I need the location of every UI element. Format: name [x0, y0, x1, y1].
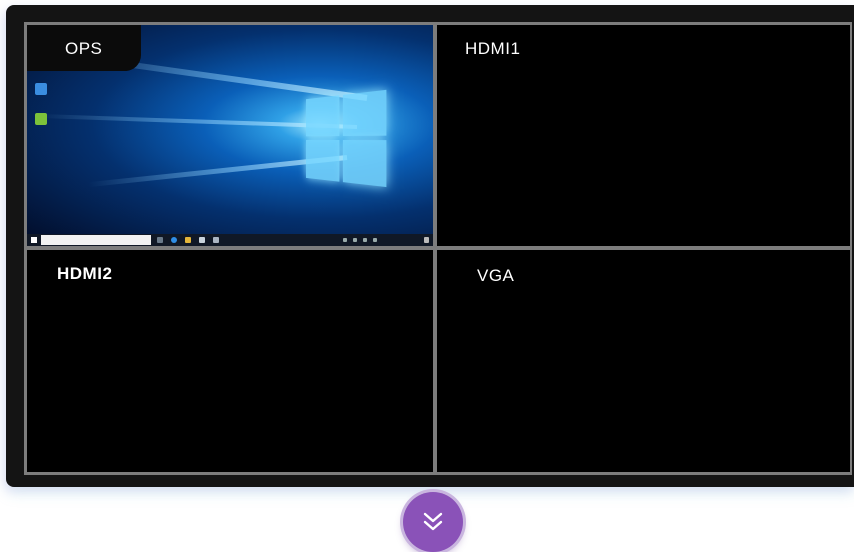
pane-hdmi2[interactable]: HDMI2 — [27, 250, 433, 472]
pane-label-vga: VGA — [477, 266, 515, 285]
pane-ops[interactable]: OPS — [27, 25, 433, 246]
mail-icon[interactable] — [213, 237, 219, 243]
display-monitor: OPS HDMI1 HDMI2 VGA — [6, 5, 854, 487]
edge-browser-icon[interactable] — [171, 237, 177, 243]
pane-hdmi1[interactable]: HDMI1 — [437, 25, 850, 246]
task-view-icon[interactable] — [157, 237, 163, 243]
app-shortcut-icon[interactable] — [35, 113, 47, 125]
store-icon[interactable] — [199, 237, 205, 243]
pane-label-hdmi1: HDMI1 — [465, 39, 521, 58]
tray-icon[interactable] — [343, 238, 347, 242]
windows-taskbar — [27, 234, 433, 246]
quad-view-grid: OPS HDMI1 HDMI2 VGA — [24, 22, 852, 475]
pane-vga[interactable]: VGA — [437, 250, 850, 472]
pane-label-ops: OPS — [65, 39, 103, 58]
taskbar-clock[interactable] — [393, 235, 421, 245]
pane-label-hdmi2: HDMI2 — [57, 264, 113, 283]
notification-icon[interactable] — [424, 237, 429, 243]
windows-logo — [306, 89, 387, 188]
this-pc-icon[interactable] — [35, 83, 47, 95]
tray-icon[interactable] — [353, 238, 357, 242]
scroll-down-button[interactable] — [403, 492, 463, 552]
pane-label-tab: OPS — [27, 25, 141, 71]
volume-icon[interactable] — [373, 238, 377, 242]
double-chevron-down-icon — [423, 512, 443, 531]
start-icon[interactable] — [31, 237, 37, 243]
file-explorer-icon[interactable] — [185, 237, 191, 243]
network-icon[interactable] — [363, 238, 367, 242]
taskbar-search-box[interactable] — [41, 235, 151, 245]
